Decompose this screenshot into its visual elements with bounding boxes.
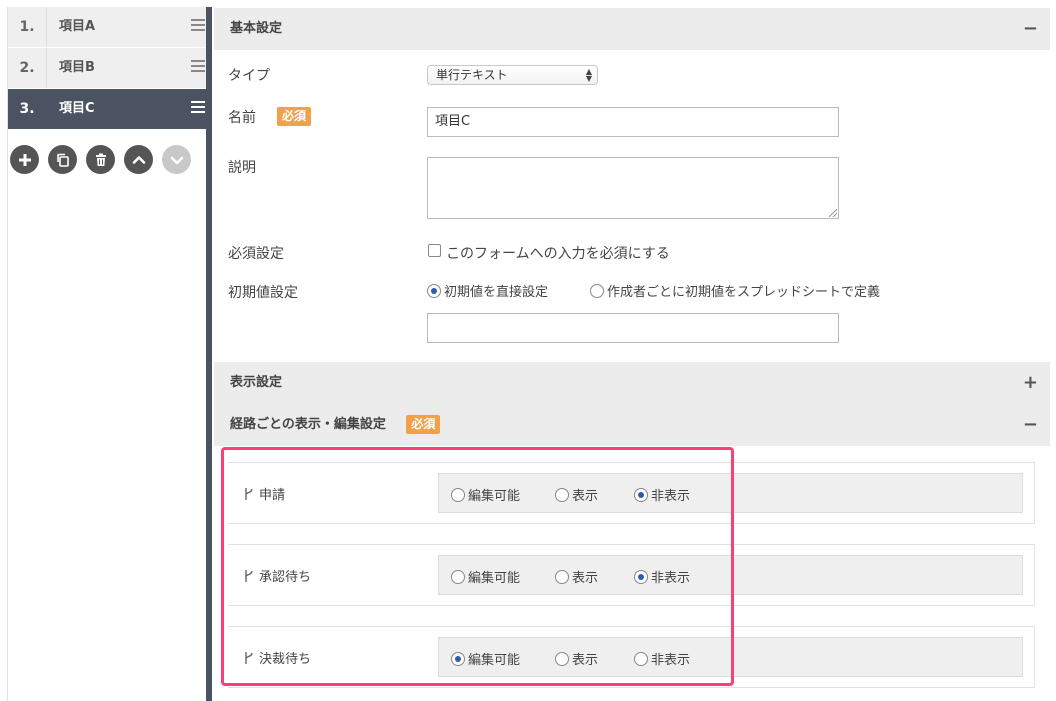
radio-checked[interactable] bbox=[634, 487, 648, 502]
item-label: 項目B bbox=[59, 60, 95, 75]
required-checkbox[interactable] bbox=[428, 244, 441, 257]
radio-label: 編集可能 bbox=[468, 489, 521, 504]
required-setting-label: 必須設定 bbox=[228, 246, 284, 262]
radio-unchecked[interactable] bbox=[555, 651, 569, 666]
initial-value-label: 初期値設定 bbox=[228, 285, 298, 301]
option-hidden[interactable]: 非表示 bbox=[634, 485, 690, 504]
radio-label: 表示 bbox=[572, 489, 599, 504]
radio-label: 初期値を直接設定 bbox=[444, 285, 549, 300]
radio-checked[interactable] bbox=[451, 651, 465, 666]
drag-handle-icon[interactable] bbox=[191, 101, 205, 117]
route-name-text: 承認待ち bbox=[259, 570, 312, 585]
basic-settings-header[interactable]: 基本設定 − bbox=[214, 8, 1050, 50]
initial-direct-radio[interactable]: 初期値を直接設定 bbox=[427, 281, 548, 300]
radio-checked[interactable] bbox=[427, 283, 441, 298]
radio-unchecked[interactable] bbox=[590, 283, 604, 298]
expand-icon[interactable]: + bbox=[1023, 362, 1038, 404]
option-hidden[interactable]: 非表示 bbox=[634, 649, 690, 668]
option-editable[interactable]: 編集可能 bbox=[451, 649, 520, 668]
select-arrows-icon: ▲ ▼ bbox=[585, 67, 592, 83]
section-title: 表示設定 bbox=[230, 375, 283, 390]
name-input[interactable]: 項目C bbox=[427, 107, 839, 137]
item-list: 1. 項目A 2. 項目B 3. 項目C bbox=[7, 7, 207, 701]
description-textarea[interactable] bbox=[427, 157, 839, 219]
required-badge: 必須 bbox=[277, 107, 312, 126]
required-checkbox-label[interactable]: このフォームへの入力を必須にする bbox=[446, 243, 670, 263]
option-hidden[interactable]: 非表示 bbox=[634, 567, 690, 586]
name-label: 名前 bbox=[228, 110, 256, 126]
description-label: 説明 bbox=[228, 160, 256, 176]
radio-checked[interactable] bbox=[634, 569, 648, 584]
route-settings-header[interactable]: 経路ごとの表示・編集設定 必須 − bbox=[214, 404, 1050, 446]
initial-spreadsheet-radio[interactable]: 作成者ごとに初期値をスプレッドシートで定義 bbox=[590, 281, 880, 300]
radio-unchecked[interactable] bbox=[634, 651, 648, 666]
route-options: 編集可能 表示 非表示 bbox=[438, 637, 1023, 677]
item-number: 2. bbox=[8, 48, 47, 88]
radio-unchecked[interactable] bbox=[451, 569, 465, 584]
radio-label: 作成者ごとに初期値をスプレッドシートで定義 bbox=[607, 285, 881, 300]
route-name: 承認待ち bbox=[243, 566, 311, 585]
item-number: 3. bbox=[8, 89, 47, 129]
option-visible[interactable]: 表示 bbox=[555, 649, 598, 668]
collapse-icon[interactable]: − bbox=[1023, 8, 1038, 50]
drag-handle-icon[interactable] bbox=[191, 19, 205, 35]
section-title: 経路ごとの表示・編集設定 必須 bbox=[230, 404, 441, 446]
branch-icon bbox=[245, 569, 253, 582]
display-settings-header[interactable]: 表示設定 + bbox=[214, 362, 1050, 404]
route-name: 申請 bbox=[243, 484, 285, 503]
section-title: 基本設定 bbox=[230, 21, 283, 36]
type-select[interactable]: 単行テキスト ▲ ▼ bbox=[427, 65, 598, 85]
radio-label: 編集可能 bbox=[468, 571, 521, 586]
item-label: 項目A bbox=[59, 19, 96, 34]
route-name: 決裁待ち bbox=[243, 648, 311, 667]
item-number: 1. bbox=[8, 7, 47, 47]
copy-icon[interactable] bbox=[48, 145, 77, 174]
radio-label: 非表示 bbox=[651, 653, 691, 668]
route-name-text: 申請 bbox=[259, 488, 286, 503]
option-visible[interactable]: 表示 bbox=[555, 485, 598, 504]
move-down-icon[interactable] bbox=[162, 145, 191, 174]
initial-value-input[interactable] bbox=[427, 313, 839, 343]
resize-handle-icon[interactable] bbox=[829, 209, 837, 217]
option-editable[interactable]: 編集可能 bbox=[451, 567, 520, 586]
radio-label: 表示 bbox=[572, 571, 599, 586]
delete-icon[interactable] bbox=[86, 145, 115, 174]
route-name-text: 決裁待ち bbox=[259, 652, 312, 667]
item-row-b[interactable]: 2. 項目B bbox=[8, 48, 207, 89]
branch-icon bbox=[245, 651, 253, 664]
route-section-title: 経路ごとの表示・編集設定 bbox=[230, 417, 386, 432]
radio-label: 編集可能 bbox=[468, 653, 521, 668]
type-label: タイプ bbox=[228, 68, 270, 84]
move-up-icon[interactable] bbox=[124, 145, 153, 174]
item-row-a[interactable]: 1. 項目A bbox=[8, 7, 207, 48]
collapse-icon[interactable]: − bbox=[1023, 404, 1038, 446]
add-icon[interactable] bbox=[10, 145, 39, 174]
option-visible[interactable]: 表示 bbox=[555, 567, 598, 586]
item-row-c[interactable]: 3. 項目C bbox=[8, 89, 207, 130]
radio-unchecked[interactable] bbox=[555, 569, 569, 584]
branch-icon bbox=[245, 487, 253, 500]
panel-divider bbox=[206, 7, 212, 701]
route-options: 編集可能 表示 非表示 bbox=[438, 473, 1023, 513]
route-options: 編集可能 表示 非表示 bbox=[438, 555, 1023, 595]
radio-label: 非表示 bbox=[651, 571, 691, 586]
radio-label: 非表示 bbox=[651, 489, 691, 504]
radio-label: 表示 bbox=[572, 653, 599, 668]
item-label: 項目C bbox=[59, 101, 95, 116]
option-editable[interactable]: 編集可能 bbox=[451, 485, 520, 504]
radio-unchecked[interactable] bbox=[555, 487, 569, 502]
required-badge: 必須 bbox=[406, 415, 441, 434]
type-select-value: 単行テキスト bbox=[436, 68, 508, 82]
drag-handle-icon[interactable] bbox=[191, 60, 205, 76]
radio-unchecked[interactable] bbox=[451, 487, 465, 502]
